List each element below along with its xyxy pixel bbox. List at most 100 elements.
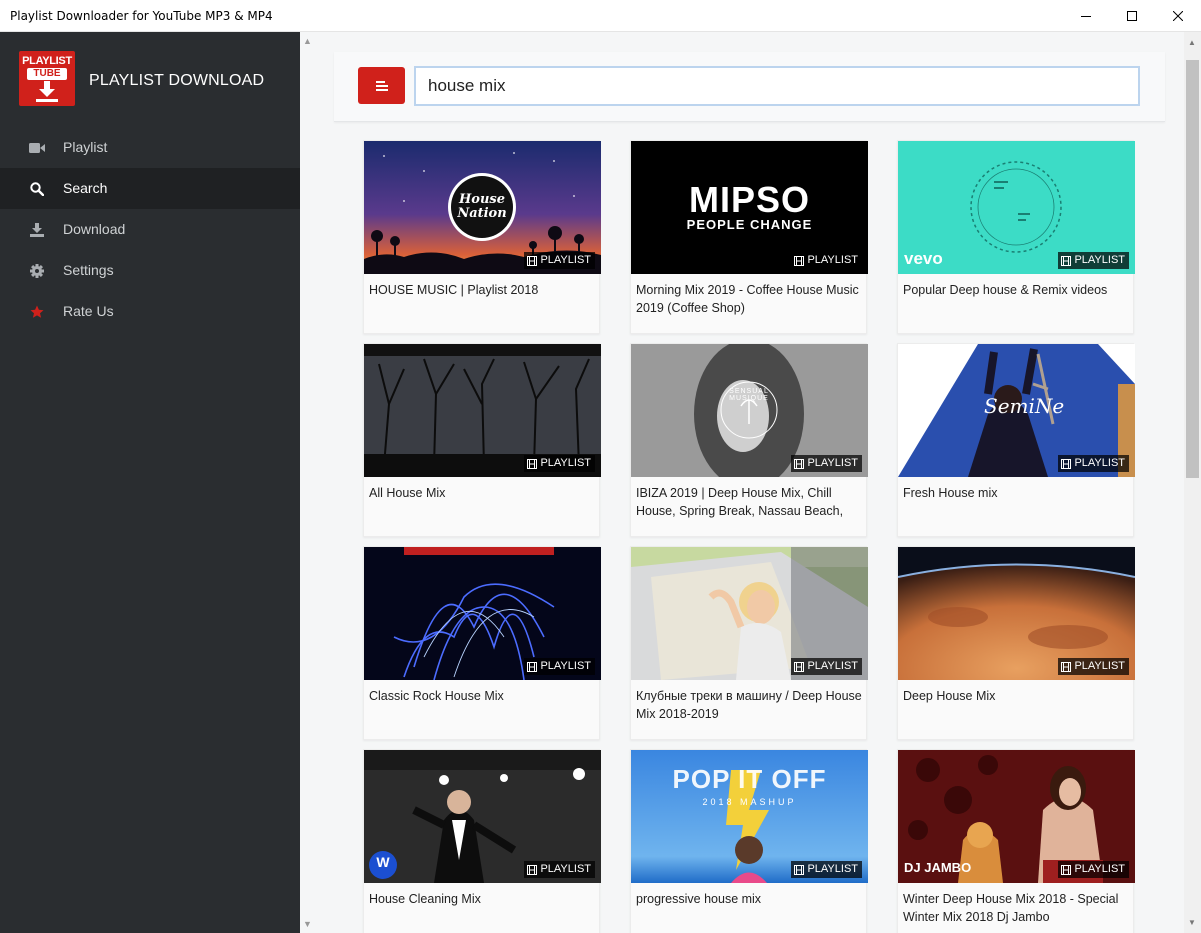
film-icon (527, 458, 538, 469)
vertical-scrollbar[interactable]: ▲ ▼ (1184, 32, 1201, 933)
playlist-card[interactable]: PLAYLIST All House Mix (363, 343, 601, 537)
badge-label: PLAYLIST (807, 457, 858, 469)
playlist-badge: PLAYLIST (791, 252, 862, 269)
badge-label: PLAYLIST (540, 863, 591, 875)
card-title: Winter Deep House Mix 2018 - Special Win… (903, 892, 1119, 924)
badge-label: PLAYLIST (1074, 863, 1125, 875)
list-icon (375, 80, 388, 91)
card-title: IBIZA 2019 | Deep House Mix, Chill House… (636, 486, 844, 518)
main-scroll-down-icon[interactable]: ▼ (303, 919, 312, 929)
film-icon (794, 864, 805, 875)
sidebar-item-label: Playlist (63, 139, 108, 155)
sidebar-item-playlist[interactable]: Playlist (0, 127, 300, 168)
badge-label: PLAYLIST (1074, 660, 1125, 672)
playlist-badge: PLAYLIST (1058, 252, 1129, 269)
minimize-button[interactable] (1063, 0, 1109, 32)
maximize-button[interactable] (1109, 0, 1155, 32)
sidebar-item-search[interactable]: Search (0, 168, 300, 209)
logo-text-playlist: PLAYLIST (22, 55, 72, 67)
thumbnail: W PLAYLIST (364, 750, 601, 883)
card-title: Deep House Mix (903, 689, 996, 703)
sidebar-item-label: Settings (63, 262, 114, 278)
badge-label: PLAYLIST (540, 660, 591, 672)
film-icon (1061, 864, 1072, 875)
playlist-badge: PLAYLIST (524, 455, 595, 472)
thumb-logo-text: MIPSO (688, 179, 810, 220)
film-icon (1061, 661, 1072, 672)
thumb-subtext: 2018 MASHUP (702, 797, 797, 807)
download-arrow-icon (36, 81, 58, 102)
playlist-card[interactable]: MIPSO PEOPLE CHANGE PLAYLIST Morning Mix… (630, 140, 868, 334)
sidebar-item-label: Search (63, 180, 108, 196)
playlist-badge: PLAYLIST (1058, 455, 1129, 472)
playlist-badge: PLAYLIST (524, 252, 595, 269)
thumbnail: PLAYLIST (364, 344, 601, 477)
scrollbar-thumb[interactable] (1186, 60, 1199, 478)
playlist-card[interactable]: PLAYLIST Classic Rock House Mix (363, 546, 601, 740)
search-input[interactable] (414, 66, 1140, 106)
playlist-card[interactable]: House Nation PLAYLIST HOUSE MUSIC | Play… (363, 140, 601, 334)
menu-button[interactable] (358, 67, 405, 104)
sidebar: PLAYLIST TUBE PLAYLIST DOWNLOAD Playlist… (0, 32, 300, 933)
sidebar-item-rate-us[interactable]: Rate Us (0, 291, 300, 332)
thumbnail: SemiNe PLAYLIST (898, 344, 1135, 477)
playlist-card[interactable]: DJ JAMBO PLAYLIST Winter Deep House Mix … (897, 749, 1135, 933)
video-camera-icon (29, 140, 45, 156)
playlist-badge: PLAYLIST (524, 861, 595, 878)
thumb-logo-text: DJ JAMBO (904, 860, 972, 875)
card-title: progressive house mix (636, 892, 762, 906)
minimize-icon (1081, 16, 1091, 17)
playlist-card[interactable]: vevo PLAYLIST Popular Deep house & Remix… (897, 140, 1135, 334)
playlist-card[interactable]: SemiNe PLAYLIST Fresh House mix (897, 343, 1135, 537)
film-icon (794, 661, 805, 672)
film-icon (794, 458, 805, 469)
film-icon (794, 255, 805, 266)
film-icon (1061, 458, 1072, 469)
film-icon (1061, 255, 1072, 266)
playlist-card[interactable]: W PLAYLIST House Cleaning Mix (363, 749, 601, 933)
sidebar-item-label: Download (63, 221, 126, 237)
badge-label: PLAYLIST (1074, 254, 1125, 266)
thumb-logo-text: House Nation (457, 192, 507, 221)
thumb-logo-text: POP IT OFF (672, 764, 827, 794)
brand-header: PLAYLIST TUBE PLAYLIST DOWNLOAD (0, 32, 300, 132)
thumbnail: SENSUAL MUSIQUE PLAYLIST (631, 344, 868, 477)
main-scroll-up-icon[interactable]: ▲ (303, 36, 312, 46)
close-button[interactable] (1155, 0, 1201, 32)
thumb-logo-text: SemiNe (984, 394, 1065, 418)
playlist-card[interactable]: SENSUAL MUSIQUE PLAYLIST IBIZA 2019 | De… (630, 343, 868, 537)
film-icon (527, 864, 538, 875)
playlist-badge: PLAYLIST (1058, 658, 1129, 675)
thumbnail: POP IT OFF 2018 MASHUP PLAYLIST (631, 750, 868, 883)
playlist-card[interactable]: POP IT OFF 2018 MASHUP PLAYLIST progress… (630, 749, 868, 933)
thumb-subtext: PEOPLE CHANGE (686, 217, 813, 232)
playlist-badge: PLAYLIST (524, 658, 595, 675)
badge-label: PLAYLIST (540, 457, 591, 469)
sidebar-item-settings[interactable]: Settings (0, 250, 300, 291)
sidebar-item-label: Rate Us (63, 303, 114, 319)
badge-label: PLAYLIST (1074, 457, 1125, 469)
sidebar-item-download[interactable]: Download (0, 209, 300, 250)
star-icon (29, 304, 45, 320)
badge-label: PLAYLIST (807, 254, 858, 266)
maximize-icon (1127, 11, 1137, 21)
scroll-down-icon[interactable]: ▼ (1188, 918, 1196, 927)
search-icon (29, 181, 45, 197)
thumbnail: PLAYLIST (364, 547, 601, 680)
thumbnail: MIPSO PEOPLE CHANGE PLAYLIST (631, 141, 868, 274)
card-title: Popular Deep house & Remix videos (903, 283, 1108, 297)
scroll-up-icon[interactable]: ▲ (1188, 38, 1196, 47)
card-title: House Cleaning Mix (369, 892, 481, 906)
playlist-card[interactable]: PLAYLIST Deep House Mix (897, 546, 1135, 740)
card-title: Клубные треки в машину / Deep House Mix … (636, 689, 862, 721)
card-title: All House Mix (369, 486, 446, 500)
window-titlebar: Playlist Downloader for YouTube MP3 & MP… (0, 0, 1201, 32)
playlist-badge: PLAYLIST (791, 658, 862, 675)
search-bar (334, 52, 1165, 122)
logo-text-tube: TUBE (27, 68, 67, 80)
film-icon (527, 255, 538, 266)
playlist-card[interactable]: PLAYLIST Клубные треки в машину / Deep H… (630, 546, 868, 740)
download-icon (29, 222, 45, 238)
card-title: Classic Rock House Mix (369, 689, 504, 703)
badge-label: PLAYLIST (807, 863, 858, 875)
